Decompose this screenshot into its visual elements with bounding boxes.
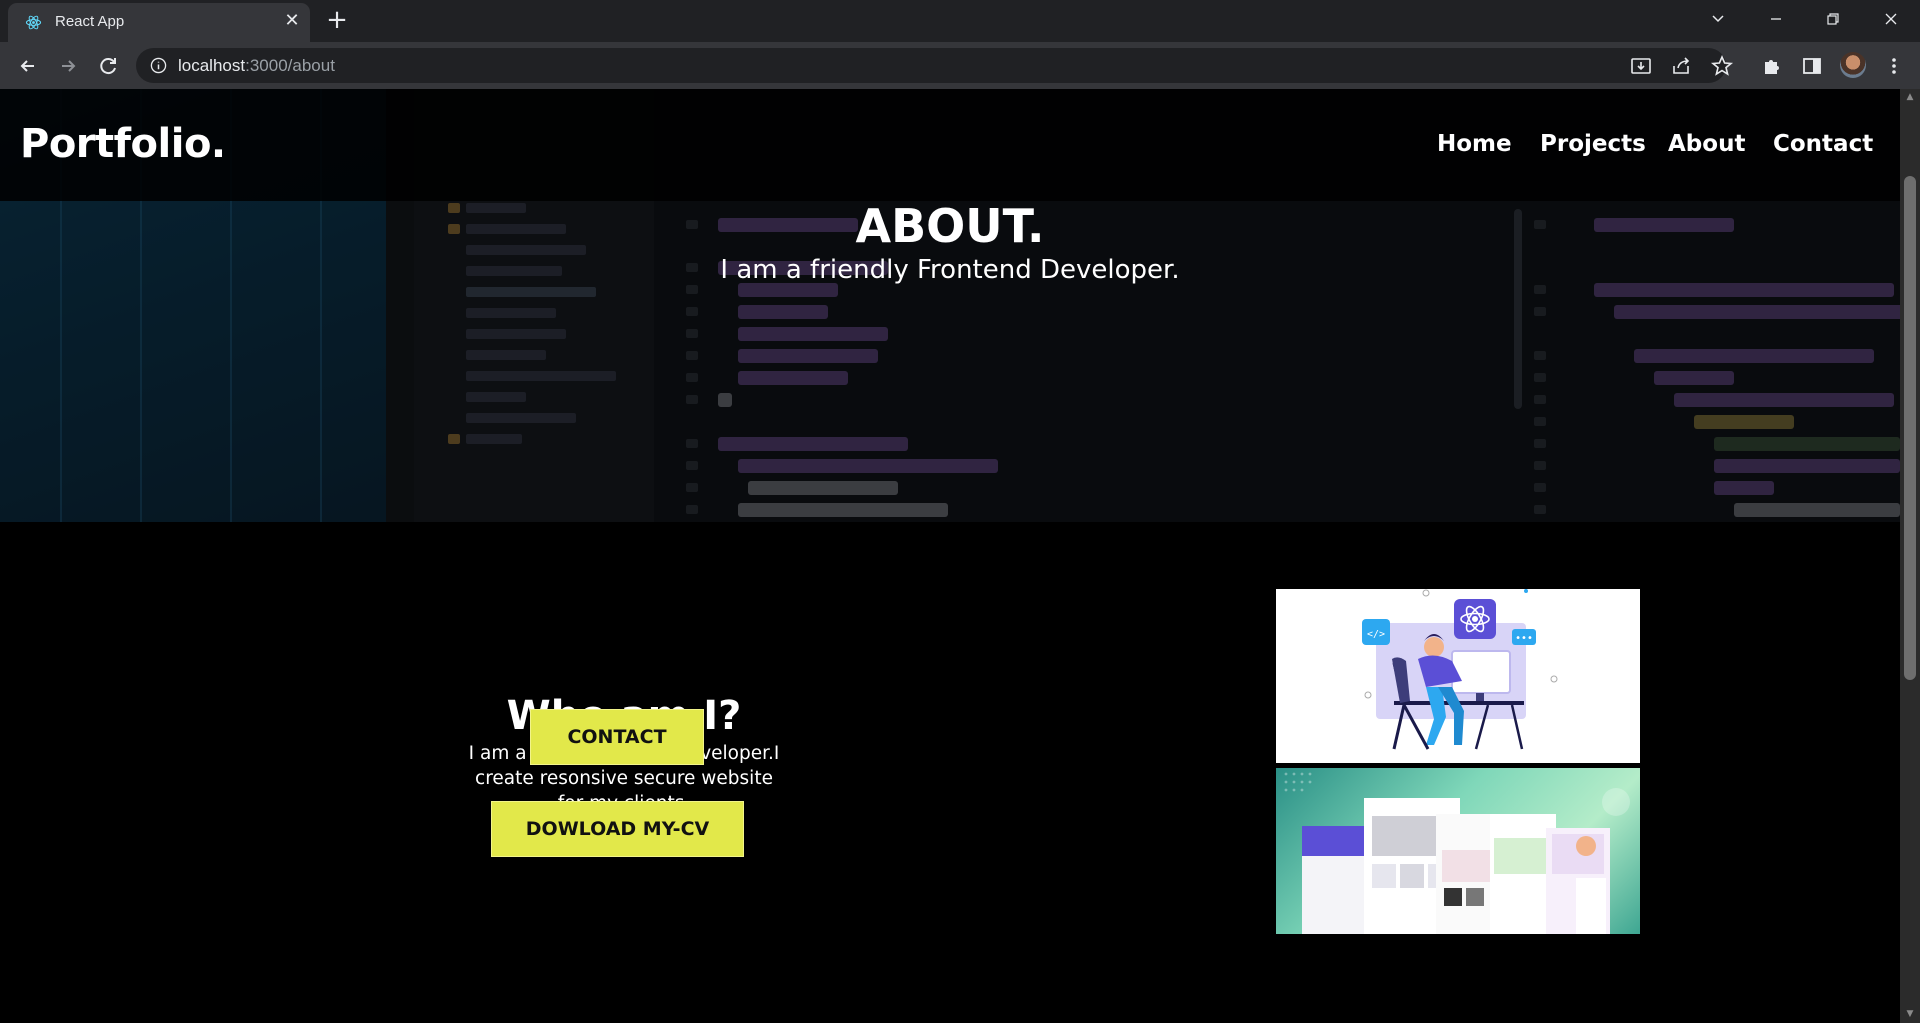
restore-icon[interactable] — [1817, 4, 1849, 34]
projects-showcase-image — [1276, 768, 1640, 934]
download-cv-button[interactable]: DOWLOAD MY-CV — [491, 801, 744, 857]
star-icon[interactable] — [1710, 54, 1734, 78]
svg-text:</>: </> — [1367, 629, 1385, 640]
address-bar[interactable]: localhost:3000/about — [136, 48, 1726, 83]
plus-icon[interactable]: + — [324, 7, 350, 34]
menu-icon[interactable] — [1882, 54, 1906, 78]
page-scrollbar[interactable]: ▲ ▼ — [1900, 89, 1920, 1023]
contact-button[interactable]: CONTACT — [530, 709, 704, 765]
chevron-down-icon[interactable] — [1702, 4, 1734, 34]
nav-link-about[interactable]: About — [1668, 131, 1745, 157]
scroll-up-icon[interactable]: ▲ — [1904, 92, 1916, 102]
browser-toolbar: localhost:3000/about — [0, 42, 1920, 89]
svg-text:•••: ••• — [1515, 633, 1533, 644]
tab-title: React App — [55, 13, 125, 30]
hero-subtitle: I am a friendly Frontend Developer. — [720, 255, 1180, 285]
developer-illustration: </> ••• — [1276, 589, 1640, 763]
scroll-down-icon[interactable]: ▼ — [1904, 1009, 1916, 1019]
page-viewport: ABOUT. I am a friendly Frontend Develope… — [0, 89, 1900, 1023]
scroll-thumb[interactable] — [1904, 176, 1916, 680]
url-path: :3000/about — [245, 56, 335, 75]
window-close-icon[interactable] — [1875, 4, 1907, 34]
forward-icon[interactable] — [54, 52, 82, 80]
site-logo[interactable]: Portfolio. — [20, 121, 226, 167]
reload-icon[interactable] — [94, 52, 122, 80]
nav-link-projects[interactable]: Projects — [1540, 131, 1646, 157]
back-icon[interactable] — [14, 52, 42, 80]
profile-avatar[interactable] — [1840, 52, 1866, 78]
close-icon[interactable]: ✕ — [282, 11, 302, 31]
share-icon[interactable] — [1670, 54, 1694, 78]
url-host: localhost — [178, 56, 246, 75]
nav-link-contact[interactable]: Contact — [1773, 131, 1873, 157]
react-favicon-icon — [25, 15, 42, 30]
install-icon[interactable] — [1629, 54, 1653, 78]
extensions-icon[interactable] — [1760, 54, 1784, 78]
side-panel-icon[interactable] — [1800, 54, 1824, 78]
info-icon[interactable] — [150, 57, 167, 74]
url-text[interactable]: localhost:3000/about — [178, 56, 335, 76]
hero-title: ABOUT. — [855, 199, 1045, 253]
browser-tab-bar: React App ✕ + — [0, 0, 1920, 42]
browser-tab[interactable]: React App ✕ — [8, 3, 310, 42]
site-navbar: Portfolio. Home Projects About Contact — [0, 89, 1900, 201]
nav-link-home[interactable]: Home — [1437, 131, 1512, 157]
minimize-icon[interactable] — [1760, 4, 1792, 34]
